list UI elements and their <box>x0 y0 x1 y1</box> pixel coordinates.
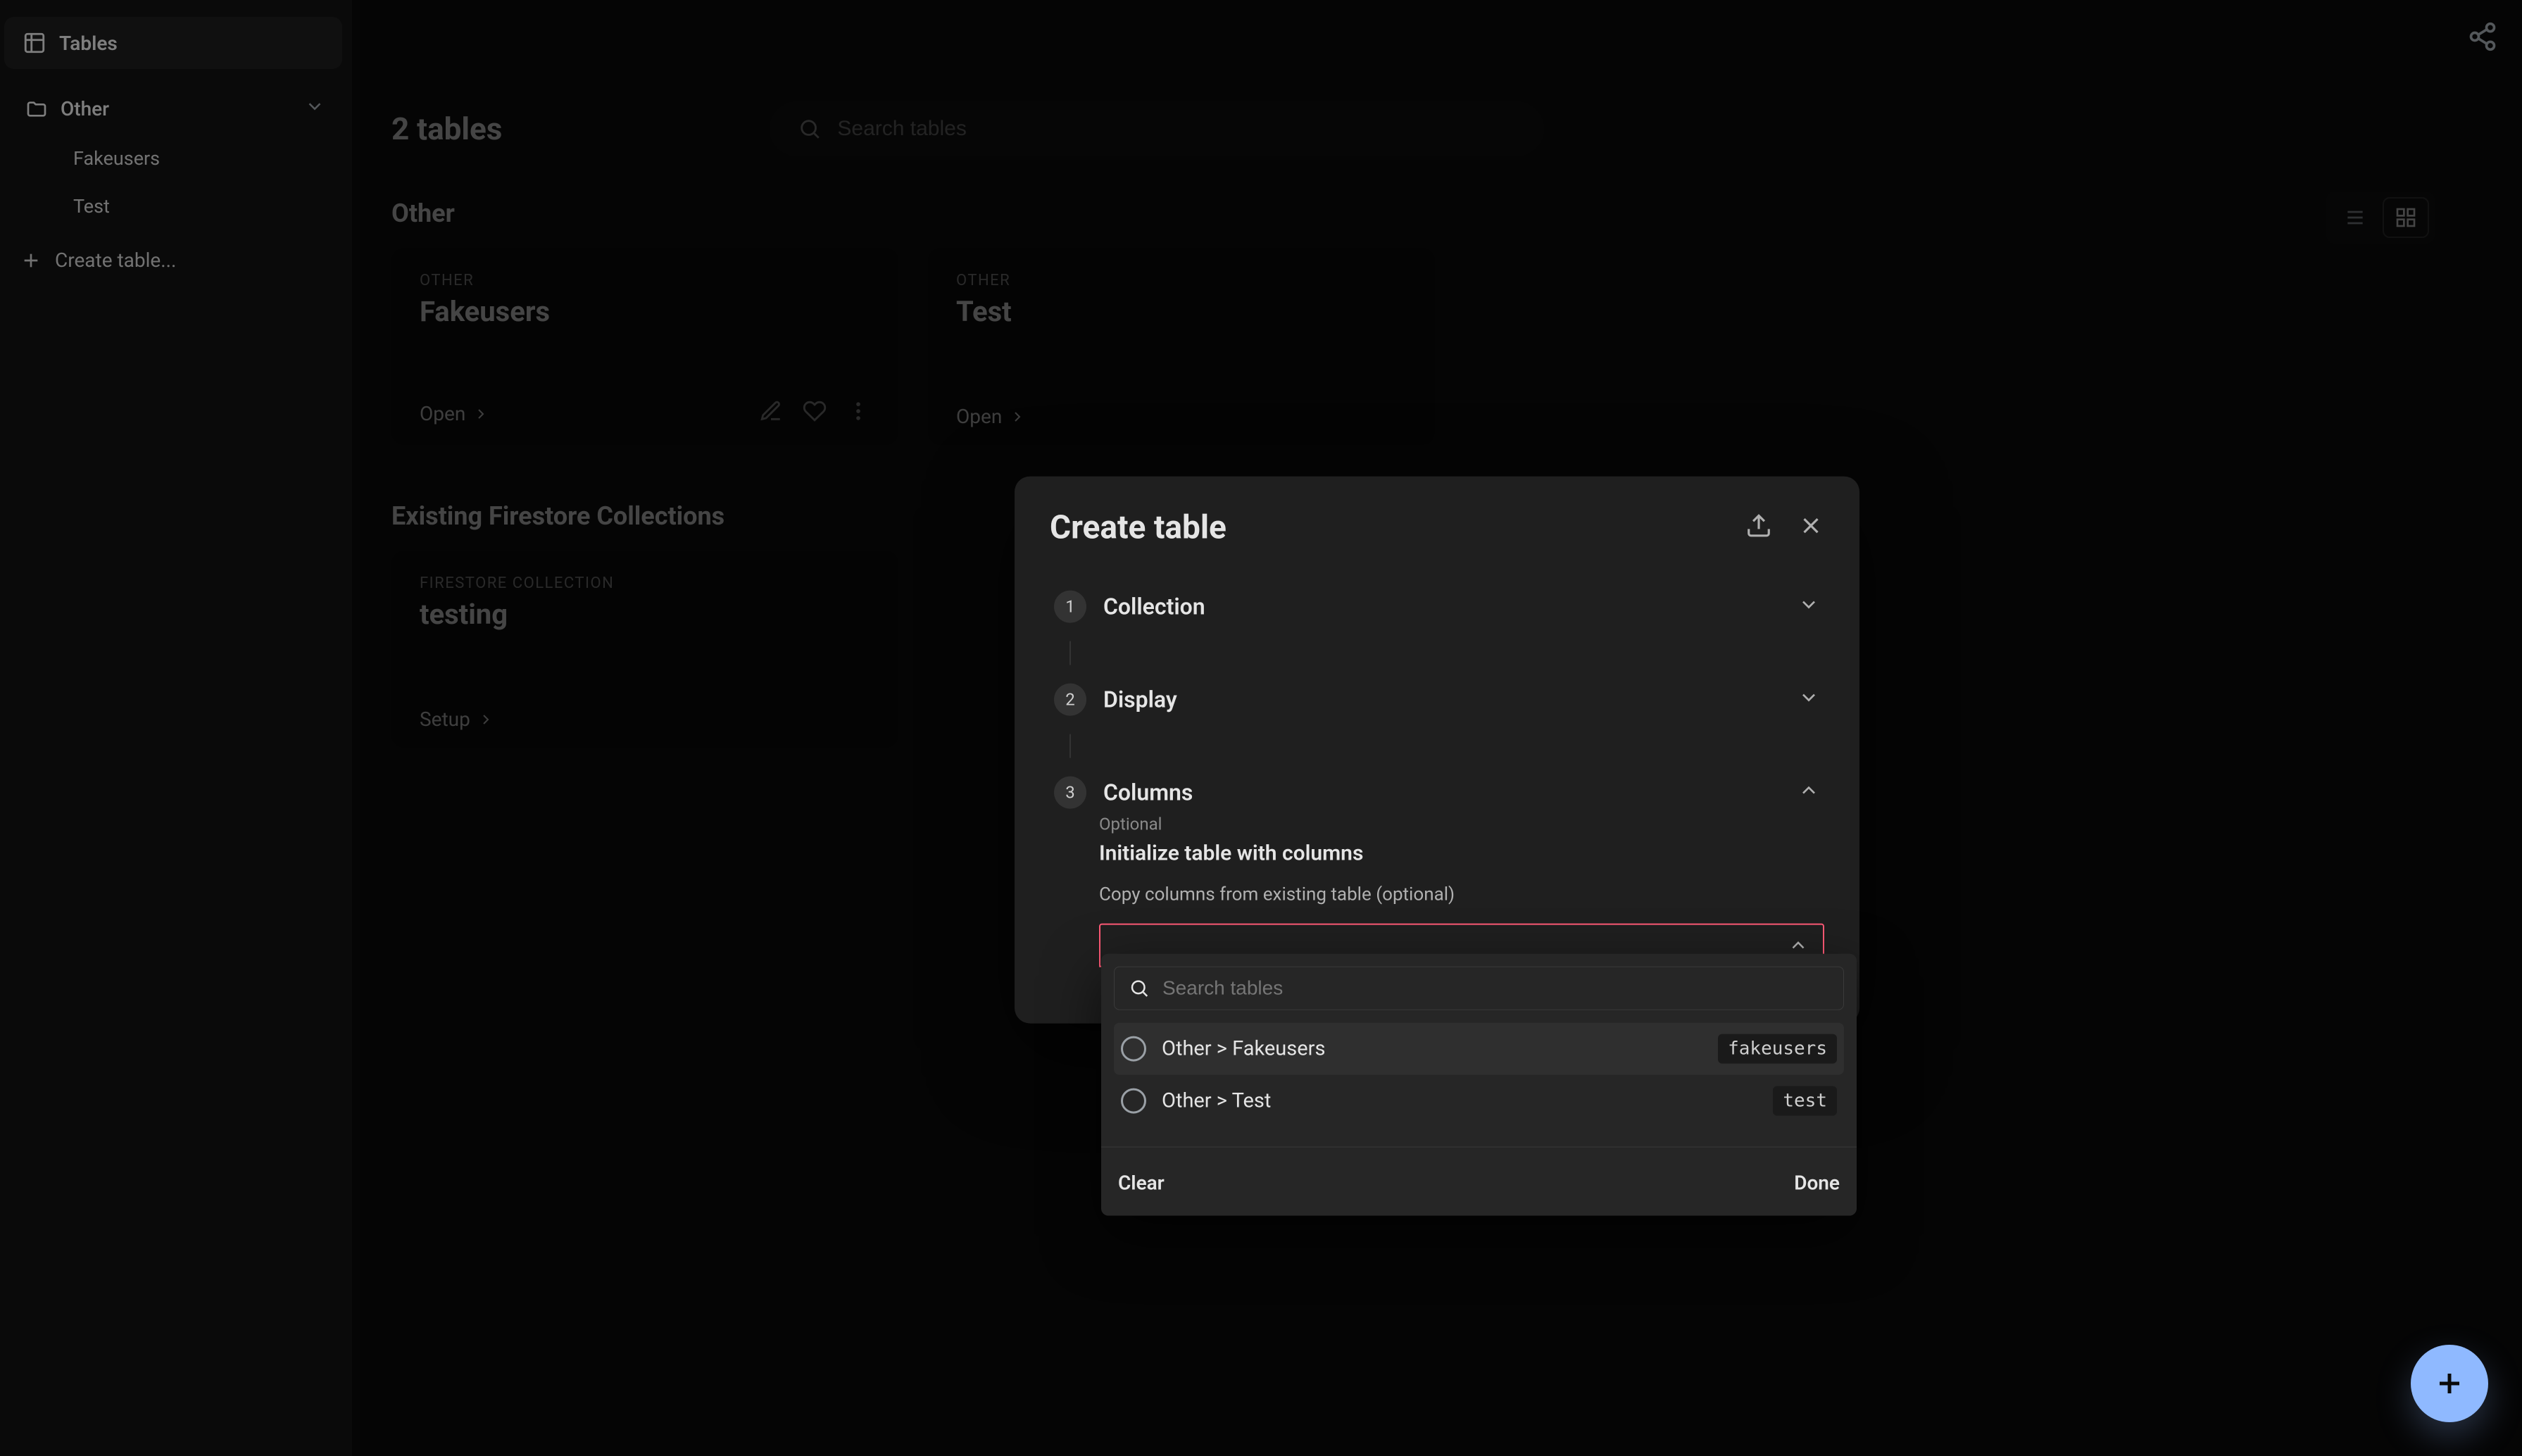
step-label: Display <box>1103 686 1177 713</box>
dropdown-option-label: Other > Fakeusers <box>1162 1037 1325 1061</box>
sidebar-item-label: Fakeusers <box>73 147 160 170</box>
sidebar-tables-label: Tables <box>59 32 118 55</box>
sidebar-header-tables[interactable]: Tables <box>4 17 342 69</box>
plus-icon <box>20 249 42 272</box>
chevron-up-icon <box>1798 779 1820 806</box>
fab-add-button[interactable] <box>2411 1345 2488 1422</box>
step-number: 2 <box>1054 684 1086 716</box>
dropdown-search-input[interactable] <box>1162 977 1829 1000</box>
dropdown-option-fakeusers[interactable]: Other > Fakeusers fakeusers <box>1114 1023 1844 1075</box>
step-number: 3 <box>1054 777 1086 809</box>
tables-icon <box>23 31 46 55</box>
chevron-down-icon <box>1798 593 1820 620</box>
plus-icon <box>2433 1367 2466 1400</box>
radio-icon <box>1121 1088 1146 1114</box>
chevron-down-icon <box>304 96 325 122</box>
step-number: 1 <box>1054 591 1086 623</box>
columns-copy-label: Copy columns from existing table (option… <box>1099 884 1824 905</box>
dropdown-option-code: fakeusers <box>1718 1034 1837 1064</box>
create-table-modal: Create table 1 Collection 2 Display 3 <box>1015 477 1859 1024</box>
close-icon[interactable] <box>1798 512 1824 544</box>
dropdown-search[interactable] <box>1114 967 1844 1010</box>
modal-title: Create table <box>1050 509 1227 547</box>
copy-columns-dropdown-panel: Other > Fakeusers fakeusers Other > Test… <box>1101 954 1857 1216</box>
step-label: Columns <box>1103 779 1193 806</box>
dropdown-option-test[interactable]: Other > Test test <box>1114 1075 1844 1127</box>
sidebar-create-table-label: Create table... <box>55 249 176 272</box>
chevron-up-icon <box>1788 935 1809 956</box>
sidebar-create-table[interactable]: Create table... <box>0 234 352 286</box>
dropdown-clear-button[interactable]: Clear <box>1118 1172 1165 1195</box>
sidebar-group-other[interactable]: Other <box>8 83 342 134</box>
sidebar-item-fakeusers[interactable]: Fakeusers <box>8 134 342 182</box>
dropdown-option-label: Other > Test <box>1162 1089 1271 1113</box>
dropdown-done-button[interactable]: Done <box>1794 1172 1840 1195</box>
chevron-down-icon <box>1798 686 1820 713</box>
step-connector <box>1069 641 1071 665</box>
import-icon[interactable] <box>1745 512 1772 544</box>
sidebar-group-label: Other <box>61 97 109 120</box>
dropdown-option-code: test <box>1773 1086 1837 1116</box>
step-display[interactable]: 2 Display <box>1050 665 1824 734</box>
sidebar-item-test[interactable]: Test <box>8 182 342 230</box>
sidebar: Tables Other Fakeusers Test Create table… <box>0 0 352 1456</box>
step-columns[interactable]: 3 Columns <box>1050 758 1824 827</box>
step-connector <box>1069 734 1071 758</box>
search-icon <box>1129 978 1150 999</box>
step-label: Collection <box>1103 594 1205 620</box>
step-collection[interactable]: 1 Collection <box>1050 572 1824 641</box>
folder-icon <box>25 98 48 120</box>
sidebar-item-label: Test <box>73 195 110 218</box>
columns-init-title: Initialize table with columns <box>1099 841 1824 866</box>
radio-icon <box>1121 1036 1146 1062</box>
